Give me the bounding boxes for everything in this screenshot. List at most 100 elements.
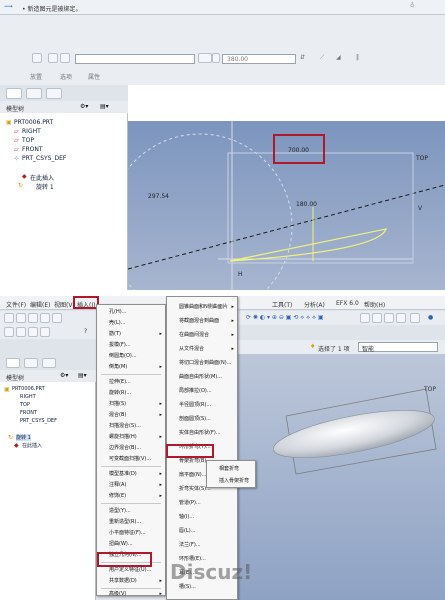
- menu-item-insert[interactable]: 扫描(S) ▸: [97, 399, 165, 410]
- menu-edit[interactable]: 编辑(E): [30, 300, 50, 309]
- tree-item-front[interactable]: FRONT: [20, 410, 37, 416]
- datum-csys-icon[interactable]: [396, 313, 406, 323]
- menu-item-bend-option[interactable]: 相套折弯: [207, 463, 255, 475]
- menu-item-insert[interactable]: 拉伸(E)...: [97, 377, 165, 388]
- surface-icon[interactable]: [48, 53, 58, 63]
- angle-dropdown[interactable]: [212, 53, 220, 63]
- menu-item-insert[interactable]: 注释(A) ▸: [97, 480, 165, 491]
- regen-icon[interactable]: [28, 327, 38, 337]
- view-tools-icon[interactable]: ⟳ ✺ ◐ ▾ ⊕ ⊖ ▣ ⟲ ⟡ ⟡ ⟡ ▣: [246, 315, 324, 321]
- new-icon[interactable]: [4, 313, 14, 323]
- menu-item-advanced[interactable]: 实体自由形状(F)...: [167, 427, 237, 439]
- menu-tools[interactable]: 工具(T): [272, 300, 292, 309]
- menu-item-advanced[interactable]: 在曲面间混合: [167, 329, 237, 341]
- menu-item-advanced[interactable]: 局部推拉(O)...: [167, 385, 237, 397]
- filter-select[interactable]: 智能: [358, 342, 438, 353]
- menu-item-insert[interactable]: 倒角(M) ▸: [97, 362, 165, 373]
- tree-settings-icon[interactable]: ⚙▾: [80, 104, 88, 110]
- dim-left[interactable]: 297.54: [148, 193, 169, 200]
- tab-options[interactable]: 选项: [60, 72, 82, 81]
- save-icon[interactable]: [28, 313, 38, 323]
- tree-item-revolve[interactable]: 旋转 1: [16, 434, 31, 441]
- redo-icon[interactable]: [16, 327, 26, 337]
- tree-item-csys[interactable]: PRT_CSYS_DEF: [22, 155, 66, 162]
- solid-icon[interactable]: [32, 53, 42, 63]
- menu-item-insert[interactable]: 孔(H)...: [97, 307, 165, 318]
- dim-selected[interactable]: 700.00: [288, 147, 309, 154]
- tree-item-revolve[interactable]: 旋转 1: [36, 182, 54, 191]
- tree-columns-icon[interactable]: ▤▾: [100, 104, 109, 110]
- menu-item-insert[interactable]: 小平面特征(F)...: [97, 528, 165, 539]
- angle-option-icon[interactable]: [198, 53, 212, 63]
- menu-item-insert[interactable]: 混合(B) ▸: [97, 410, 165, 421]
- tree-item-insert-here[interactable]: 在此插入: [22, 442, 42, 449]
- tree-item-front[interactable]: FRONT: [22, 146, 43, 153]
- datum-axis-icon[interactable]: [372, 313, 382, 323]
- menu-item-advanced[interactable]: 法兰(F)...: [167, 539, 237, 551]
- graphics-window[interactable]: ♦ 选择了 1 项 智能 TOP: [236, 340, 445, 600]
- menu-item-insert[interactable]: 模型基准(D) ▸: [97, 469, 165, 480]
- tree-item-part[interactable]: PRT0006.PRT: [12, 386, 45, 392]
- menu-analysis[interactable]: 分析(A): [304, 300, 325, 309]
- menu-item-advanced[interactable]: 从文件混合: [167, 343, 237, 355]
- tab-properties[interactable]: 属性: [88, 72, 110, 81]
- dim-inner[interactable]: 180.00: [296, 201, 317, 208]
- model-tree-tab[interactable]: [6, 358, 20, 368]
- menu-item-insert[interactable]: 螺旋扫描(H) ▸: [97, 432, 165, 443]
- menu-view[interactable]: 视图(V): [54, 300, 75, 309]
- datum-point-icon[interactable]: [384, 313, 394, 323]
- menu-item-insert[interactable]: 拔模(F)...: [97, 340, 165, 351]
- tree-item-top[interactable]: TOP: [22, 137, 34, 144]
- datum-display-icon[interactable]: [360, 313, 370, 323]
- pause-icon[interactable]: ‖: [356, 55, 359, 61]
- menu-item-insert[interactable]: 修饰(E) ▸: [97, 491, 165, 502]
- menu-item-insert[interactable]: 高级(V) ▸: [97, 589, 165, 600]
- thicken-icon[interactable]: ◢: [336, 55, 341, 61]
- menu-item-insert[interactable]: 可变截面扫描(V)...: [97, 454, 165, 465]
- annotation-icon[interactable]: [410, 313, 420, 323]
- menu-item-insert[interactable]: 共享数据(D) ▸: [97, 576, 165, 587]
- open-icon[interactable]: [16, 313, 26, 323]
- tab-placement[interactable]: 放置: [30, 72, 52, 81]
- tree-item-part[interactable]: PRT0006.PRT: [14, 119, 53, 126]
- find-icon[interactable]: [40, 327, 50, 337]
- favorites-tab[interactable]: [46, 88, 62, 99]
- sketch-icon[interactable]: [60, 53, 70, 63]
- graphics-window[interactable]: 297.54 180.00 TOP V H 700.00: [128, 85, 445, 290]
- help-icon[interactable]: ●: [428, 315, 433, 321]
- section-input[interactable]: [75, 54, 195, 64]
- menu-item-advanced[interactable]: 将切口混合到曲面(N)...: [167, 357, 237, 369]
- whats-this-icon[interactable]: ?: [84, 329, 87, 335]
- menu-item-insert[interactable]: 扫描混合(S)...: [97, 421, 165, 432]
- lightbulb-icon[interactable]: ♁: [410, 3, 414, 9]
- favorites-tab[interactable]: [42, 358, 56, 368]
- menu-item-insert[interactable]: 重新造型(R)...: [97, 517, 165, 528]
- menu-efx[interactable]: EFX 6.0: [336, 300, 359, 307]
- tree-settings-icon[interactable]: ⚙▾: [60, 373, 68, 379]
- menu-item-advanced[interactable]: 曲面自由形状(M)...: [167, 371, 237, 383]
- email-icon[interactable]: [52, 313, 62, 323]
- menu-item-insert[interactable]: 筋(T) ▸: [97, 329, 165, 340]
- menu-item-insert[interactable]: 边界混合(B)...: [97, 443, 165, 454]
- tree-item-insert-here[interactable]: 在此插入: [30, 173, 54, 182]
- tree-item-right[interactable]: RIGHT: [22, 128, 41, 135]
- menu-item-advanced[interactable]: 圆锥曲面和N侧曲面片: [167, 301, 237, 313]
- menu-item-insert[interactable]: 造型(Y)...: [97, 506, 165, 517]
- print-icon[interactable]: [40, 313, 50, 323]
- menu-item-insert-skeleton-bend[interactable]: 插入骨架折弯: [207, 475, 255, 487]
- angle-value-input[interactable]: 380.00: [222, 54, 296, 64]
- model-tree-tab[interactable]: [6, 88, 22, 99]
- menu-item-insert[interactable]: 扭曲(W)...: [97, 539, 165, 550]
- menu-item-insert[interactable]: 壳(L)...: [97, 318, 165, 329]
- menu-item-insert[interactable]: 旋转(R)...: [97, 388, 165, 399]
- menu-item-advanced[interactable]: 管道(P)...: [167, 497, 237, 509]
- menu-item-advanced[interactable]: 轴(I)...: [167, 511, 237, 523]
- tree-columns-icon[interactable]: ▤▾: [78, 373, 87, 379]
- tree-item-right[interactable]: RIGHT: [20, 394, 36, 400]
- menu-item-advanced[interactable]: 将截面混合到曲面: [167, 315, 237, 327]
- undo-icon[interactable]: [4, 327, 14, 337]
- menu-item-advanced[interactable]: 唇(L)...: [167, 525, 237, 537]
- tree-item-csys[interactable]: PRT_CSYS_DEF: [20, 418, 57, 424]
- menu-file[interactable]: 文件(F): [6, 300, 26, 309]
- tree-item-top[interactable]: TOP: [20, 402, 30, 408]
